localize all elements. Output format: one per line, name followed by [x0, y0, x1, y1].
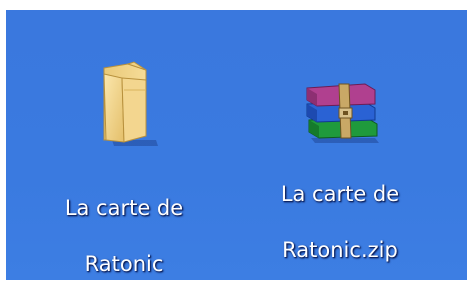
zip-label: La carte de Ratonic.zip — [260, 152, 420, 292]
folder-label: La carte de Ratonic — [44, 166, 204, 306]
folder-label-line1: La carte de — [64, 196, 184, 220]
zip-label-line1: La carte de — [280, 182, 400, 206]
desktop-background: La carte de Ratonic La carte de Ratonic.… — [6, 10, 467, 280]
folder-icon — [103, 61, 158, 146]
winrar-archive-icon — [306, 83, 379, 143]
screen-frame: La carte de Ratonic La carte de Ratonic.… — [0, 0, 467, 280]
desktop-item-zip-la-carte-de-ratonic[interactable]: La carte de Ratonic.zip — [260, 72, 420, 292]
zip-label-line2: Ratonic.zip — [282, 238, 398, 262]
folder-label-line2: Ratonic — [84, 252, 164, 276]
desktop-item-folder-la-carte-de-ratonic[interactable]: La carte de Ratonic — [44, 60, 204, 306]
